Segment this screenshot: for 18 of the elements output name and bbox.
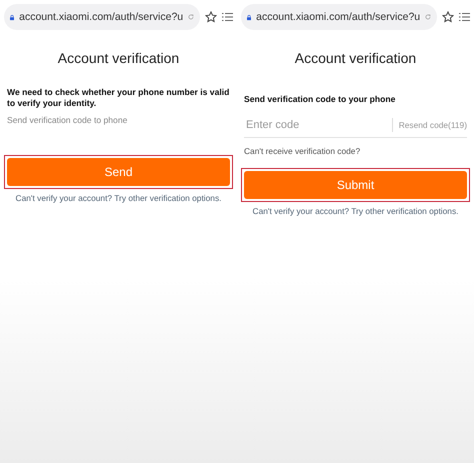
list-menu-icon[interactable] [459, 12, 470, 22]
star-icon[interactable] [442, 11, 454, 23]
url-text: account.xiaomi.com/auth/service?u [19, 11, 184, 23]
list-menu-icon[interactable] [222, 12, 233, 22]
verification-options-link[interactable]: Can't verify your account? Try other verification options. [241, 206, 470, 216]
url-text: account.xiaomi.com/auth/service?u [256, 11, 420, 23]
lock-icon [10, 12, 14, 22]
address-bar[interactable]: account.xiaomi.com/auth/service?u [4, 4, 200, 30]
address-bar[interactable]: account.xiaomi.com/auth/service?u [241, 4, 437, 30]
hint-text: Send verification code to phone [7, 115, 128, 125]
page-title: Account verification [294, 50, 418, 66]
page-title: Account verification [56, 50, 180, 66]
verification-options-link[interactable]: Can't verify your account? Try other verification options. [4, 193, 233, 203]
instruction-text: We need to check whether your phone number is valid to verify your identity. [7, 87, 230, 109]
help-link[interactable]: Can't receive verification code? [244, 146, 467, 156]
star-icon[interactable] [205, 11, 217, 23]
instruction-text: Send verification code to your phone [244, 94, 396, 105]
lock-icon [247, 12, 252, 22]
